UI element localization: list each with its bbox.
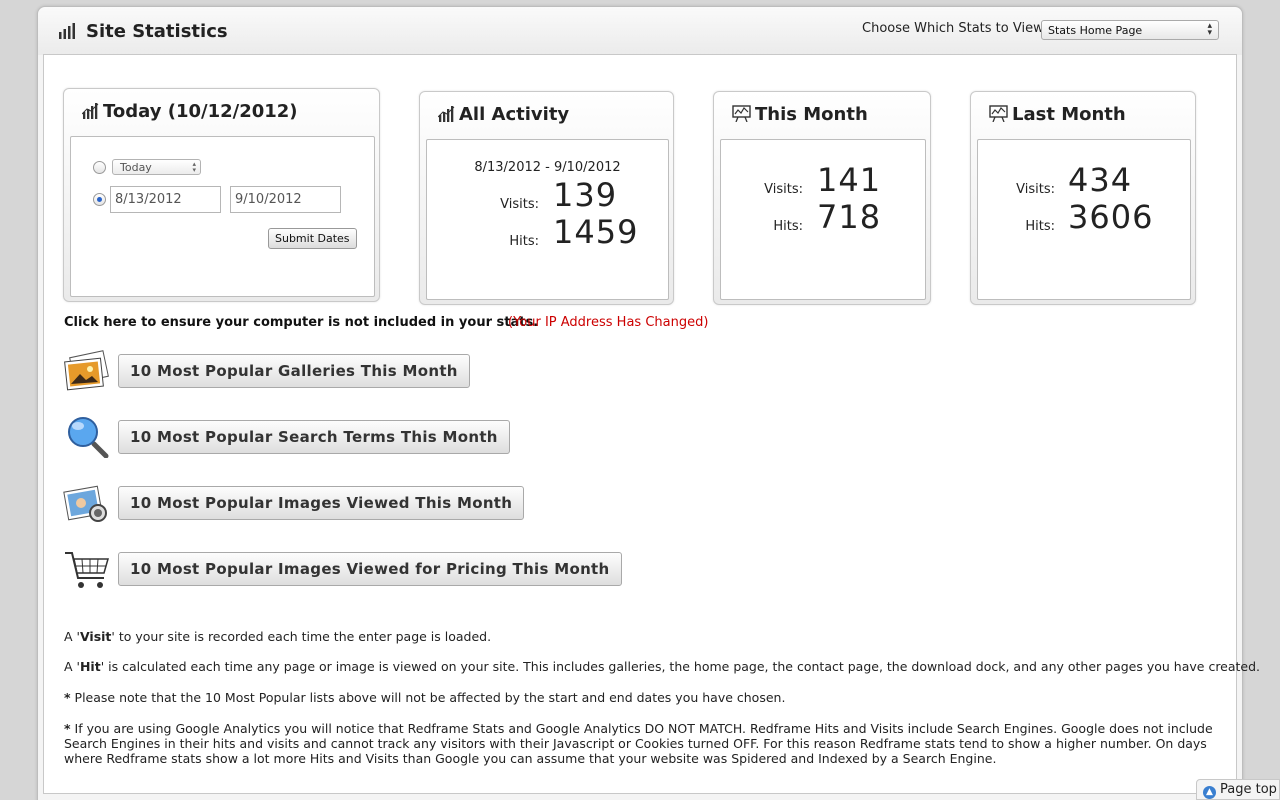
hit-definition: A 'Hit' is calculated each time any page…: [64, 659, 1260, 674]
popular-pricing-images-button[interactable]: 10 Most Popular Images Viewed for Pricin…: [118, 552, 622, 586]
hits-value: 3606: [1068, 198, 1154, 236]
last-month-title-text: Last Month: [1012, 104, 1126, 125]
visit-post: ' to your site is recorded each time the…: [111, 629, 492, 644]
popular-search-terms-button[interactable]: 10 Most Popular Search Terms This Month: [118, 420, 510, 454]
last-month-title: Last Month: [989, 104, 1126, 125]
presentation-chart-icon: [732, 105, 751, 123]
select-arrows-icon: ▴ ▾: [1207, 21, 1212, 38]
google-note-text: If you are using Google Analytics you wi…: [64, 721, 1213, 766]
hit-term: Hit: [79, 659, 101, 674]
google-note: * If you are using Google Analytics you …: [64, 721, 1220, 766]
visit-pre: A ': [64, 629, 80, 644]
date-range-form: Today ▴ ▾ 8/13/2012 9/10/2012 Submit Date…: [70, 136, 375, 297]
visits-label: Visits:: [500, 197, 539, 212]
submit-dates-button[interactable]: Submit Dates: [268, 228, 357, 249]
this-month-stats: Visits: 141 Hits: 718: [720, 139, 926, 300]
hits-value: 718: [817, 198, 882, 236]
exclude-ip-link[interactable]: Click here to ensure your computer is no…: [64, 315, 538, 330]
bar-chart-icon: [81, 103, 99, 119]
bar-chart-icon: [59, 23, 75, 39]
start-date-input[interactable]: 8/13/2012: [110, 186, 221, 213]
hit-pre: A ': [64, 659, 80, 674]
preset-range-radio[interactable]: [93, 161, 106, 174]
all-activity-box: All Activity 8/13/2012 - 9/10/2012 Visit…: [419, 91, 674, 305]
hit-post: ' is calculated each time any page or im…: [100, 659, 1261, 674]
last-month-box: Last Month Visits: 434 Hits: 3606: [970, 91, 1196, 305]
visits-value: 434: [1068, 161, 1133, 199]
hits-label: Hits:: [509, 234, 539, 249]
stats-chooser-value: Stats Home Page: [1048, 24, 1143, 37]
visits-label: Visits:: [1016, 182, 1055, 197]
all-activity-stats: 8/13/2012 - 9/10/2012 Visits: 139 Hits: …: [426, 139, 669, 300]
end-date-input[interactable]: 9/10/2012: [230, 186, 341, 213]
select-arrows-icon: ▴ ▾: [192, 160, 196, 174]
stats-chooser-label: Choose Which Stats to View:: [862, 21, 1048, 36]
all-activity-range: 8/13/2012 - 9/10/2012: [474, 160, 621, 175]
magnifier-icon: [68, 417, 109, 458]
ip-changed-warning: (Your IP Address Has Changed): [508, 315, 709, 330]
presentation-chart-icon: [989, 105, 1008, 123]
note-star: *: [64, 721, 71, 736]
shopping-cart-icon: [65, 552, 109, 588]
popular-images-button[interactable]: 10 Most Popular Images Viewed This Month: [118, 486, 525, 520]
today-box: Today (10/12/2012) Today ▴ ▾ 8/13/2012 9/…: [63, 88, 380, 302]
last-month-stats: Visits: 434 Hits: 3606: [977, 139, 1191, 300]
page-title: Site Statistics: [86, 21, 228, 42]
this-month-title-text: This Month: [755, 104, 868, 125]
visit-term: Visit: [79, 629, 112, 644]
all-activity-title: All Activity: [437, 104, 570, 125]
visits-label: Visits:: [764, 182, 803, 197]
hits-label: Hits:: [773, 219, 803, 234]
header-bar: Site Statistics Choose Which Stats to Vi…: [38, 7, 1242, 55]
visit-definition: A 'Visit' to your site is recorded each …: [64, 629, 491, 644]
visits-value: 141: [817, 161, 882, 199]
photos-icon: [64, 350, 109, 391]
page-top-label: Page top: [1220, 782, 1277, 797]
visits-value: 139: [553, 176, 618, 214]
dates-note-text: Please note that the 10 Most Popular lis…: [74, 690, 786, 705]
note-star: *: [64, 690, 71, 705]
image-viewer-icon: [63, 485, 107, 522]
stats-chooser-select[interactable]: Stats Home Page ▴ ▾: [1041, 20, 1219, 40]
bar-chart-icon: [437, 106, 455, 122]
page-top-button[interactable]: ▲ Page top: [1196, 779, 1280, 800]
dates-note: * Please note that the 10 Most Popular l…: [64, 690, 785, 705]
arrow-up-icon: ▲: [1203, 786, 1216, 799]
preset-range-select[interactable]: Today ▴ ▾: [112, 159, 201, 175]
popular-galleries-button[interactable]: 10 Most Popular Galleries This Month: [118, 354, 470, 388]
all-activity-title-text: All Activity: [459, 104, 570, 125]
today-title-text: Today (10/12/2012): [103, 101, 298, 122]
this-month-box: This Month Visits: 141 Hits: 718: [713, 91, 931, 305]
hits-label: Hits:: [1025, 219, 1055, 234]
custom-range-radio[interactable]: [93, 193, 106, 206]
today-title: Today (10/12/2012): [81, 101, 298, 122]
this-month-title: This Month: [732, 104, 868, 125]
preset-range-value: Today: [120, 161, 152, 174]
hits-value: 1459: [553, 213, 639, 251]
